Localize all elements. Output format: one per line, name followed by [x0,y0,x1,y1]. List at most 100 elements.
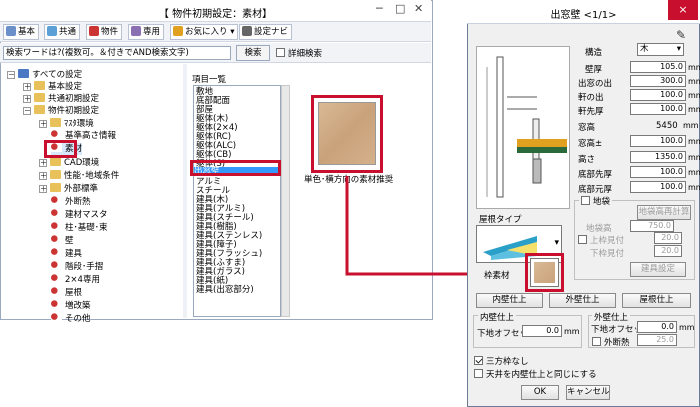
structure-select[interactable]: 木 ▾ [637,43,684,56]
pen-icon[interactable]: ✎ [676,28,686,42]
house-icon [51,235,62,244]
house-icon [51,222,62,231]
navi-icon [242,26,252,36]
tree-item-renovation[interactable]: 増改築 [51,300,91,312]
top-edge-checkbox[interactable]: 上枠見付 [578,234,624,246]
fukuro-checkbox[interactable]: 地袋 [579,195,613,207]
favorites-button[interactable]: お気に入り ▾ [170,24,239,40]
tree-item-exterior[interactable]: ＋外部標準 [39,183,98,195]
detail-search-checkbox[interactable]: 詳細検索 [276,47,322,59]
insulation-field[interactable]: 25.0 [637,334,677,346]
folder-icon [34,93,45,102]
dedicated-icon [131,26,141,36]
tree-item-master[interactable]: ＋ﾏｽﾀ環境 [39,118,94,130]
splitter[interactable] [183,64,187,318]
folder-icon [18,69,29,78]
folder-icon [50,183,61,192]
minimize-icon[interactable]: ─ [376,2,383,15]
roof-finish-button[interactable]: 屋根仕上 [622,293,691,308]
frame-material-highlight [525,253,564,292]
eave-thickness-label: 軒先厚 [578,107,604,117]
tree-item-insulation[interactable]: 外断熱 [51,196,91,208]
settings-navi-button[interactable]: 設定ナビ [239,24,293,40]
favorites-icon [173,26,183,36]
fukuro-height-field[interactable]: 750.0 [630,220,674,232]
outer-offset-field[interactable]: 0.0 [637,321,677,333]
bottom-tip-field[interactable]: 100.0 [630,166,686,178]
tree-item-other[interactable]: その他 [51,313,91,325]
search-input[interactable]: 検索ワードは?(複数可。＆付きでAND検索文字) [3,46,231,60]
fukuro-recalc-button[interactable]: 地袋高再計算 [637,205,691,220]
outer-finish-button[interactable]: 外壁仕上 [549,293,616,308]
ceiling-same-checkbox[interactable]: 天井を内壁仕上と同じにする [474,368,597,380]
item-list-header: 項目一覧 [192,75,227,85]
property-button[interactable]: 物件 [86,24,123,40]
house-icon [51,130,62,139]
tree-item-common[interactable]: ＋共通初期設定 [23,93,99,105]
bay-projection-label: 出窓の出 [578,79,613,89]
window-height-pm-field[interactable]: 100.0 [630,135,686,147]
tree-item-all[interactable]: －すべての設定 [7,69,82,81]
house-icon [51,196,62,205]
selected-item-highlight [190,160,281,176]
tree-item-cad[interactable]: ＋ CAD環境 [39,157,99,169]
cancel-button[interactable]: キャンセル [566,385,610,400]
roof-type-label: 屋根タイプ [479,215,522,225]
folder-icon [50,157,61,166]
item-list: 敷地 底部配面 部屋 躯体(木) 躯体(2×4) 躯体(RC) 躯体(ALC) … [193,85,281,317]
inner-offset-field[interactable]: 0.0 [522,325,562,337]
house-icon [51,300,62,309]
material-highlight [44,140,77,158]
eave-thickness-field[interactable]: 100.0 [630,103,686,115]
list-item[interactable]: 建具(出窓部分) [196,286,254,295]
tree-item-wall[interactable]: 壁 [51,235,74,247]
property-icon [89,26,99,36]
tree-item-2x4[interactable]: 2×4専用 [51,274,100,286]
maximize-icon[interactable]: □ [395,2,405,15]
window-height-label: 窓高 [578,123,596,133]
exterior-insulation-checkbox[interactable]: 外断熱 [592,336,630,348]
inner-finish-button[interactable]: 内壁仕上 [476,293,543,308]
bottom-base-field[interactable]: 100.0 [630,181,686,193]
tree-item-material-master[interactable]: 建材マスタ [51,209,108,221]
tree-item-property[interactable]: －物件初期設定 [23,105,99,117]
eave-projection-field[interactable]: 100.0 [630,89,686,101]
settings-tree: －すべての設定 ＋基本設定 ＋共通初期設定 －物件初期設定 ＋ﾏｽﾀ環境 基準高… [1,64,181,324]
fixture-settings-button[interactable]: 建具設定 [630,262,686,277]
window-height-pm-label: 窓高± [578,139,603,149]
tree-item-column[interactable]: 柱･基礎･束 [51,222,108,234]
basic-button[interactable]: 基本 [3,24,40,40]
wall-thickness-label: 壁厚 [585,65,603,75]
tree-item-stairs[interactable]: 階段･手摺 [51,261,103,273]
common-icon [47,26,57,36]
dialog-titlebar: 出窓壁 <1/1> [467,0,700,24]
house-icon [51,248,62,257]
search-button[interactable]: 検索 [236,45,270,61]
bay-projection-field[interactable]: 300.0 [630,75,686,87]
house-icon [51,287,62,296]
house-icon [51,274,62,283]
tree-item-performance[interactable]: ＋性能･地域条件 [39,170,119,182]
window-title: 【 物件初期設定：素材】 [158,9,273,20]
no-three-side-frame-checkbox[interactable]: 三方枠なし [474,355,529,367]
eave-projection-label: 軒の出 [578,93,604,103]
tree-item-basic[interactable]: ＋基本設定 [23,81,82,93]
bottom-tip-label: 底部先厚 [578,170,613,180]
top-edge-field[interactable]: 20.0 [654,232,682,244]
folder-icon [34,81,45,90]
item-list-scrollbar[interactable] [281,85,290,317]
tree-item-fixture[interactable]: 建具 [51,248,82,260]
dialog-close-button[interactable]: × [668,0,698,20]
height-label: 高さ [578,155,596,165]
folder-icon [50,170,61,179]
common-button[interactable]: 共通 [44,24,81,40]
wall-thickness-field[interactable]: 105.0 [630,61,686,73]
material-preview[interactable] [318,102,376,165]
dialog-title: 出窓壁 <1/1> [550,10,617,21]
ok-button[interactable]: OK [521,385,559,400]
close-icon[interactable]: ✕ [414,2,423,15]
tree-item-roof[interactable]: 屋根 [51,287,82,299]
dedicated-button[interactable]: 専用 [128,24,165,40]
bottom-edge-field[interactable]: 20.0 [654,245,682,257]
height-field[interactable]: 1350.0 [630,151,686,163]
